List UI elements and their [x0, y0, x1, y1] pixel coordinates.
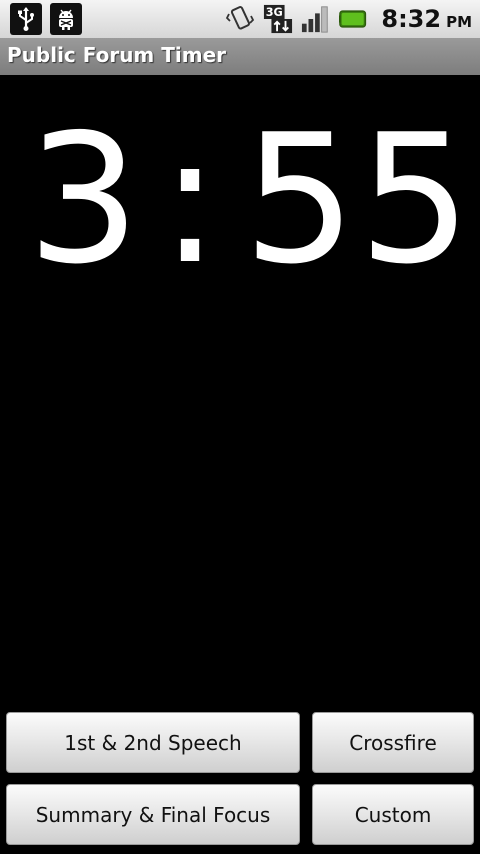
speech-button[interactable]: 1st & 2nd Speech: [6, 712, 300, 773]
status-bar: 3G 8:32 PM: [0, 0, 480, 38]
summary-final-focus-button[interactable]: Summary & Final Focus: [6, 784, 300, 845]
custom-button[interactable]: Custom: [312, 784, 474, 845]
app-title-bar: Public Forum Timer: [0, 38, 480, 75]
3g-data-icon: 3G: [263, 4, 293, 34]
clock-time: 8:32: [381, 5, 442, 33]
usb-icon: [10, 3, 42, 35]
network-type-label: 3G: [266, 6, 283, 19]
countdown-display: 3 : 55: [0, 100, 480, 300]
crossfire-button[interactable]: Crossfire: [312, 712, 474, 773]
vibrate-icon: [225, 4, 255, 34]
android-debug-icon: [50, 3, 82, 35]
signal-icon: [301, 4, 331, 34]
battery-icon: [339, 4, 369, 34]
clock-ampm: PM: [446, 13, 472, 31]
app-title: Public Forum Timer: [7, 43, 227, 67]
system-icons: 3G 8:32 PM: [225, 3, 472, 35]
timer-separator: :: [160, 96, 220, 303]
timer-seconds: 55: [243, 96, 474, 303]
timer-minutes: 3: [27, 96, 141, 303]
status-clock: 8:32 PM: [381, 5, 472, 33]
notification-icons: [10, 3, 82, 35]
